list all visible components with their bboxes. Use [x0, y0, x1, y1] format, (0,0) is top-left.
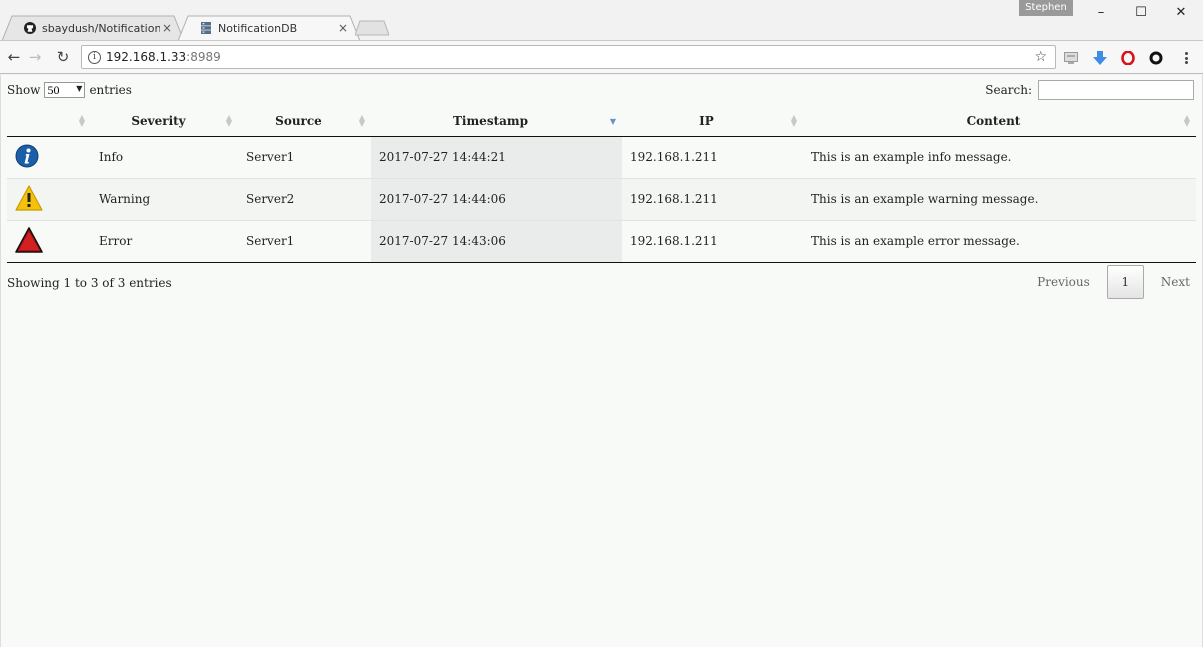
bookmark-star-icon[interactable]: ☆ — [1034, 49, 1047, 65]
close-tab-icon[interactable]: × — [336, 21, 350, 35]
menu-icon[interactable] — [1180, 50, 1192, 66]
sort-icon: ▲ ▼ — [225, 112, 232, 128]
column-header-timestamp[interactable]: Timestamp ▼ — [371, 106, 622, 137]
severity-cell: Error — [91, 220, 238, 263]
column-header-content[interactable]: Content ▲ ▼ — [803, 106, 1196, 137]
close-window-button[interactable]: ✕ — [1161, 0, 1201, 24]
new-tab-button[interactable] — [355, 20, 389, 36]
sort-icon: ▲ ▼ — [78, 112, 85, 128]
opera-icon[interactable] — [1120, 50, 1136, 66]
source-cell: Server2 — [238, 178, 371, 221]
tab-title: NotificationDB — [218, 21, 298, 35]
tab-github[interactable]: sbaydush/NotificationDB × — [2, 15, 184, 41]
address-bar[interactable]: i 192.168.1.33:8989 ☆ — [81, 45, 1056, 69]
content-cell: This is an example error message. — [803, 220, 1196, 263]
content-cell: This is an example warning message. — [803, 178, 1196, 221]
forward-arrow-icon[interactable]: → — [25, 47, 45, 67]
column-header-source[interactable]: Source ▲ ▼ — [238, 106, 371, 137]
tab-title: sbaydush/NotificationDB — [42, 21, 160, 35]
info-icon — [15, 144, 39, 167]
notifications-table: ▲ ▼ Severity ▲ ▼ Source ▲ ▼ Timestamp ▼ IP ▲ ▼ C… — [7, 106, 1196, 263]
severity-cell: Info — [91, 136, 238, 179]
severity-icon-cell — [7, 220, 91, 263]
table-info: Showing 1 to 3 of 3 entries — [7, 276, 172, 290]
search-control: Search: — [985, 80, 1194, 100]
sort-desc-icon: ▼ — [609, 116, 616, 126]
ip-cell: 192.168.1.211 — [622, 136, 803, 179]
page-1-button[interactable]: 1 — [1106, 265, 1144, 299]
back-arrow-icon[interactable]: ← — [4, 47, 24, 67]
content-cell: This is an example info message. — [803, 136, 1196, 179]
timestamp-cell: 2017-07-27 14:43:06 — [371, 220, 622, 263]
sort-icon: ▲ ▼ — [1183, 112, 1190, 128]
site-info-icon[interactable]: i — [88, 50, 101, 64]
search-label: Search: — [985, 83, 1032, 97]
circle-extension-icon[interactable] — [1148, 50, 1164, 66]
column-header-ip[interactable]: IP ▲ ▼ — [622, 106, 803, 137]
source-cell: Server1 — [238, 220, 371, 263]
table-row[interactable]: Warning Server2 2017-07-27 14:44:06 192.… — [7, 178, 1196, 221]
minimize-button[interactable]: – — [1081, 0, 1121, 24]
entries-label: entries — [89, 83, 132, 97]
tab-notificationdb[interactable]: NotificationDB × — [178, 15, 360, 41]
browser-toolbar: ← → ↻ i 192.168.1.33:8989 ☆ — [0, 40, 1203, 74]
table-row[interactable]: Error Server1 2017-07-27 14:43:06 192.16… — [7, 220, 1196, 263]
maximize-button[interactable]: ☐ — [1121, 0, 1161, 24]
download-arrow-icon[interactable] — [1092, 50, 1108, 66]
sort-icon: ▲ ▼ — [790, 112, 797, 128]
extension-pdf-icon[interactable] — [1063, 50, 1079, 66]
page-content: Show 50 ▼ entries Search: ▲ ▼ Severity ▲ ▼ … — [0, 75, 1203, 647]
next-page-button[interactable]: Next — [1161, 275, 1190, 289]
severity-icon-cell — [7, 136, 91, 179]
column-header-severity[interactable]: Severity ▲ ▼ — [91, 106, 238, 137]
warning-icon — [15, 184, 43, 211]
search-input[interactable] — [1038, 80, 1194, 100]
pagination: Previous 1 Next — [1037, 265, 1190, 299]
reload-icon[interactable]: ↻ — [53, 47, 73, 67]
database-icon — [200, 22, 212, 34]
entries-length-control: Show 50 ▼ entries — [7, 82, 132, 98]
ip-cell: 192.168.1.211 — [622, 178, 803, 221]
show-label: Show — [7, 83, 41, 97]
table-row[interactable]: Info Server1 2017-07-27 14:44:21 192.168… — [7, 136, 1196, 179]
timestamp-cell: 2017-07-27 14:44:06 — [371, 178, 622, 221]
column-header-icon[interactable]: ▲ ▼ — [7, 106, 91, 137]
previous-page-button[interactable]: Previous — [1037, 275, 1090, 289]
profile-button[interactable]: Stephen — [1019, 0, 1073, 16]
sort-icon: ▲ ▼ — [358, 112, 365, 128]
severity-icon-cell — [7, 178, 91, 221]
entries-select[interactable]: 50 — [44, 82, 86, 98]
browser-titlebar: sbaydush/NotificationDB × NotificationDB… — [0, 0, 1203, 41]
severity-cell: Warning — [91, 178, 238, 221]
ip-cell: 192.168.1.211 — [622, 220, 803, 263]
timestamp-cell: 2017-07-27 14:44:21 — [371, 136, 622, 179]
error-icon — [15, 226, 43, 253]
github-icon — [24, 22, 36, 34]
source-cell: Server1 — [238, 136, 371, 179]
url-host: 192.168.1.33 — [106, 50, 187, 64]
close-tab-icon[interactable]: × — [160, 21, 174, 35]
url-port: :8989 — [186, 50, 221, 64]
